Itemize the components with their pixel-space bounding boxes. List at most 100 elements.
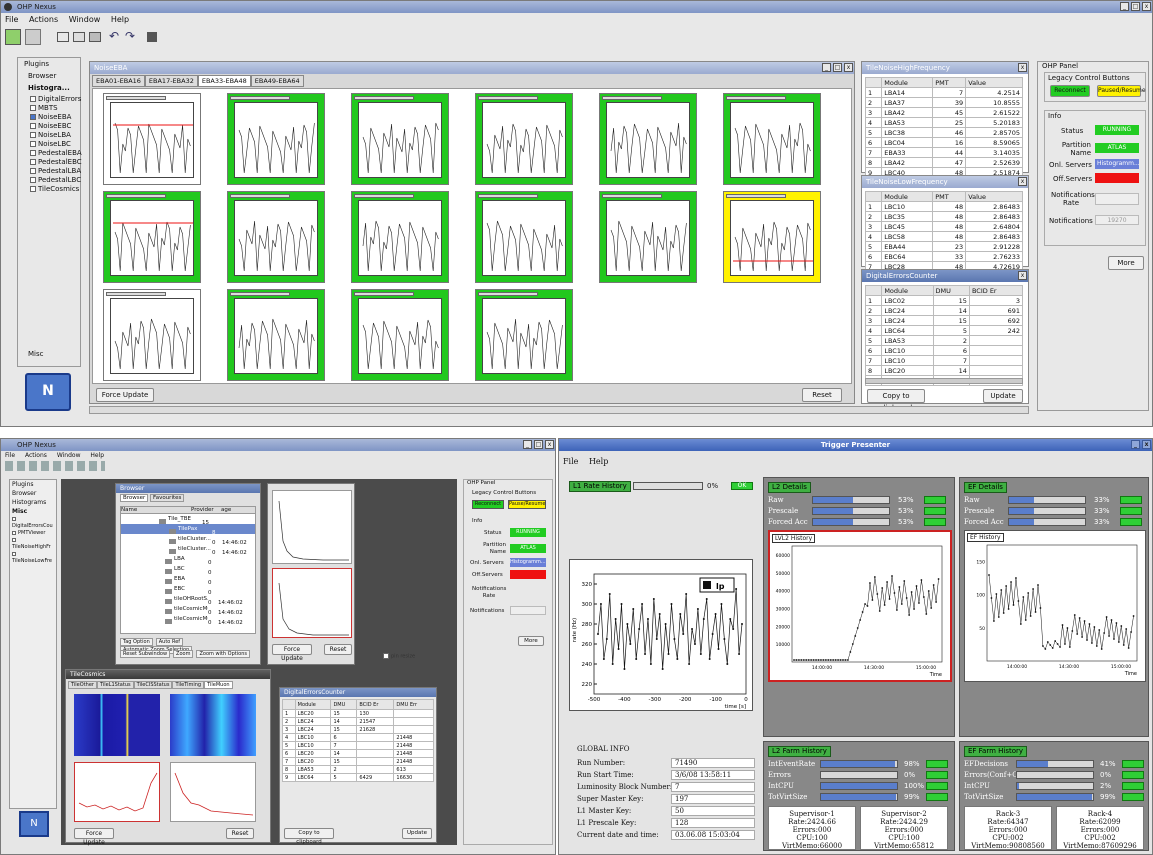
column-header[interactable]: BCID Er: [356, 699, 395, 710]
plugin-checkbox[interactable]: [12, 530, 16, 535]
horizontal-scrollbar[interactable]: [865, 378, 1023, 384]
histogram-thumbnail[interactable]: [103, 191, 201, 283]
tab-misc[interactable]: Misc: [28, 350, 43, 358]
tab-browser[interactable]: Browser: [10, 489, 56, 498]
tab-browser[interactable]: Browser: [28, 72, 56, 80]
table-row[interactable]: 2 LBA37 39 10.8555: [864, 97, 1023, 108]
low-freq-titlebar[interactable]: TileNoiseLowFrequency x: [862, 176, 1028, 188]
tree-node[interactable]: EBA0: [121, 574, 255, 586]
plugin-checkbox[interactable]: [30, 132, 36, 138]
table-row[interactable]: 4 LBA53 25 5.20183: [864, 117, 1023, 128]
browser-option-button[interactable]: Tag Option: [120, 638, 153, 646]
table-row[interactable]: 3 LBC24 15 692: [864, 315, 1024, 326]
menu-window[interactable]: Window: [57, 452, 81, 459]
table-row[interactable]: 5 LBA53 2: [864, 335, 1024, 346]
table-row[interactable]: 8 LBA42 47 2.52639: [864, 157, 1023, 168]
column-header[interactable]: Module: [881, 77, 934, 88]
force-update-button[interactable]: Force Update: [74, 828, 114, 846]
settings-icon[interactable]: [25, 29, 41, 45]
plugin-item[interactable]: MBTS: [28, 104, 82, 113]
table-row[interactable]: 1 LBC02 15 3: [864, 295, 1024, 306]
minimize-icon[interactable]: _: [523, 440, 532, 449]
tree-node[interactable]: tileCluster...0 14:46:02: [121, 544, 255, 556]
update-button[interactable]: Update: [402, 828, 432, 839]
tree-node[interactable]: Tile_TBE15: [121, 514, 255, 526]
window-icon-a[interactable]: [57, 32, 69, 42]
stop-icon[interactable]: [147, 32, 157, 42]
menu-window[interactable]: Window: [69, 15, 101, 24]
table-row[interactable]: 4 LBC64 5 242: [864, 325, 1024, 336]
tab-noise-1[interactable]: EBA17-EBA32: [144, 75, 198, 87]
pause-resume-button[interactable]: Paused/Resume: [1097, 85, 1146, 97]
histogram-thumbnail[interactable]: [351, 191, 449, 283]
menu-file[interactable]: File: [563, 457, 578, 466]
menu-help[interactable]: Help: [90, 452, 104, 459]
minimize-icon[interactable]: _: [1131, 440, 1140, 449]
table-row[interactable]: 5 LBC10 7 21448: [282, 741, 434, 750]
close-icon[interactable]: x: [1142, 440, 1151, 449]
plugin-checkbox[interactable]: [30, 159, 36, 165]
plugin-item[interactable]: PedestalEBC: [28, 158, 82, 167]
close-icon[interactable]: x: [1018, 177, 1027, 186]
column-header[interactable]: Module: [294, 699, 332, 710]
table-row[interactable]: 8 LBA53 2 613: [282, 765, 434, 774]
histogram-thumbnail[interactable]: [723, 93, 821, 185]
plugin-checkbox[interactable]: [30, 96, 36, 102]
histogram-thumbnail[interactable]: [599, 93, 697, 185]
plugin-item[interactable]: PedestalEBA: [28, 149, 82, 158]
close-icon[interactable]: x: [1142, 2, 1151, 11]
tab-favourites[interactable]: Favourites: [150, 494, 185, 502]
table-row[interactable]: 9 LBC64 5 6429 16630: [282, 773, 434, 782]
close-icon[interactable]: x: [1018, 271, 1027, 280]
histogram-thumbnail[interactable]: [475, 191, 573, 283]
plugin-checkbox[interactable]: [12, 537, 16, 542]
tab-tilecosmics-0[interactable]: TileOther: [68, 681, 97, 689]
tab-misc[interactable]: Misc: [10, 507, 56, 516]
tilecosmics-titlebar[interactable]: TileCosmics: [66, 670, 270, 679]
maximize-icon[interactable]: □: [1131, 2, 1140, 11]
column-header[interactable]: Module: [881, 285, 934, 296]
plugin-item[interactable]: PMTViewer: [10, 530, 56, 537]
table-row[interactable]: 7 EBA33 44 3.14035: [864, 147, 1023, 158]
tree-node[interactable]: tileOHRootS...014:46:02: [121, 594, 255, 606]
reset-button[interactable]: Reset: [226, 828, 254, 839]
close-icon[interactable]: x: [844, 63, 853, 72]
tree-node[interactable]: tileCosmicMuo...014:46:02: [121, 604, 255, 616]
menu-help[interactable]: Help: [111, 15, 129, 24]
window-titlebar[interactable]: OHP Nexus _ □ x: [1, 1, 1152, 13]
table-row[interactable]: 5 LBC38 46 2.85705: [864, 127, 1023, 138]
copy-to-clipboard-button[interactable]: Copy to clipboard: [284, 828, 334, 845]
close-icon[interactable]: x: [545, 440, 554, 449]
minimize-icon[interactable]: _: [822, 63, 831, 72]
tab-noise-3[interactable]: EBA49-EBA64: [250, 75, 304, 87]
redo-icon[interactable]: ↷: [125, 29, 135, 43]
plugin-item[interactable]: DigitalErrors: [28, 95, 82, 104]
tab-tilecosmics-3[interactable]: TileTiming: [172, 681, 205, 689]
tree-column-header[interactable]: Name: [121, 507, 191, 513]
maximize-icon[interactable]: □: [833, 63, 842, 72]
browser-zoom-button[interactable]: Reset Subwindow: [120, 650, 171, 658]
table-row[interactable]: 6 LBC20 14 21448: [282, 749, 434, 758]
plugin-checkbox[interactable]: [30, 123, 36, 129]
table-row[interactable]: 1 LBC10 48 2.86483: [864, 201, 1023, 212]
plugin-item[interactable]: DigitalErrorsCou: [10, 516, 56, 530]
menu-file[interactable]: File: [5, 15, 18, 24]
table-row[interactable]: 6 LBC10 6: [864, 345, 1024, 356]
histogram-thumbnail[interactable]: [475, 289, 573, 381]
plugin-item[interactable]: NoiseEBA: [28, 113, 82, 122]
menu-actions[interactable]: Actions: [25, 452, 47, 459]
table-row[interactable]: 6 LBC04 16 8.59065: [864, 137, 1023, 148]
column-header[interactable]: PMT: [932, 77, 967, 88]
plugin-item[interactable]: NoiseLBA: [28, 131, 82, 140]
plugin-item[interactable]: TileNoiseHighFr: [10, 537, 56, 551]
table-row[interactable]: 8 LBC20 14: [864, 365, 1024, 376]
plugin-checkbox[interactable]: [30, 114, 36, 120]
digital-errors-titlebar[interactable]: DigitalErrorsCounter: [280, 688, 436, 697]
column-header[interactable]: Value: [965, 191, 1023, 202]
plugin-item[interactable]: NoiseLBC: [28, 140, 82, 149]
tab-noise-0[interactable]: EBA01-EBA16: [92, 75, 145, 87]
tab-tilecosmics-4[interactable]: TileMuon: [204, 681, 233, 689]
histogram-thumbnail[interactable]: [103, 289, 201, 381]
connect-icon[interactable]: [5, 29, 21, 45]
tab-plugins[interactable]: Plugins: [10, 480, 56, 489]
